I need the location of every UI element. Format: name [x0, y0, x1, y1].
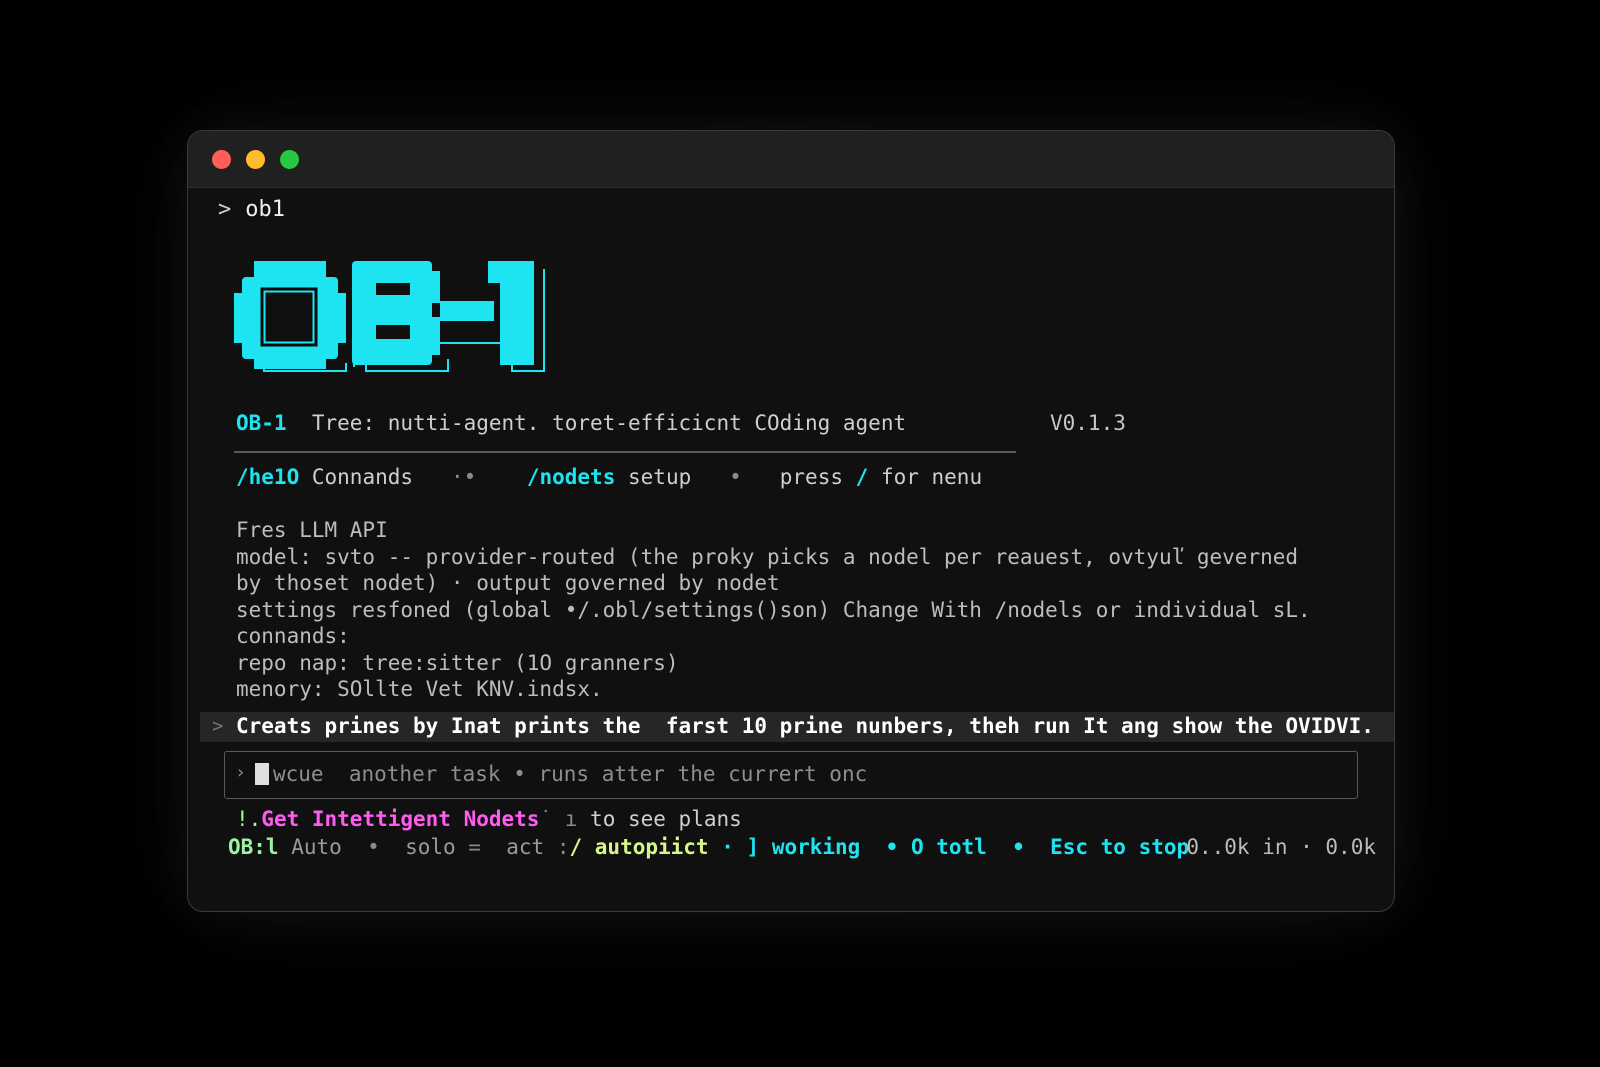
- promo-suffix: ˙ ı: [539, 807, 578, 831]
- help-separator-2: •: [729, 465, 742, 489]
- status-separator: :: [556, 835, 570, 859]
- logo-glyph-b: [352, 261, 440, 365]
- task-chevron-icon: >: [212, 715, 224, 737]
- help-command[interactable]: /he1O: [236, 465, 299, 489]
- info-line: repo nap: tree:sitter (1O granners): [236, 650, 679, 675]
- zoom-window-button[interactable]: [280, 150, 299, 169]
- mode-act[interactable]: act: [506, 835, 544, 859]
- logo-glyph-o-hole: [265, 292, 313, 342]
- status-bar: OB:l Auto • solo = act :/ autopiict · ] …: [228, 835, 1189, 859]
- status-brand: OB:l: [228, 835, 279, 859]
- app-version: V0.1.3: [1050, 411, 1126, 435]
- terminal-window: > ob1 OB-1 Tree: nutti-agent. toret-effi…: [187, 130, 1395, 912]
- help-hints-line: /he1O Connands ·• /nodets setup • press …: [236, 465, 982, 489]
- working-status: working: [771, 835, 861, 859]
- info-line: by thoset nodet) · output governed by no…: [236, 571, 780, 595]
- logo-glyph-one: [488, 261, 534, 365]
- info-line: settings resfoned (global •/.obl/setting…: [236, 597, 1311, 622]
- close-window-button[interactable]: [212, 150, 231, 169]
- text-cursor: [255, 763, 269, 785]
- press-label: press: [779, 465, 843, 489]
- prompt-chevron-icon: >: [218, 197, 232, 222]
- token-usage: 0..0k in · 0.0k: [1186, 835, 1376, 859]
- logo-glyph-b-hole-bottom: [376, 325, 410, 339]
- info-line: model: svto -- provider-routed (the prok…: [236, 544, 1299, 569]
- help-separator: ·•: [450, 465, 477, 489]
- info-line: connands:: [236, 624, 350, 648]
- upgrade-promo-line: !.Get Intettigent Nodets˙ ı to see plans: [236, 807, 742, 831]
- info-line: Fres LLM API: [236, 518, 388, 542]
- queue-task-input[interactable]: › wcue another task • runs atter the cur…: [224, 751, 1358, 799]
- status-separator: •: [885, 835, 899, 859]
- status-separator: =: [468, 835, 481, 859]
- status-separator: •: [367, 835, 380, 859]
- minimize-window-button[interactable]: [246, 150, 265, 169]
- total-count: O totl: [910, 835, 987, 859]
- esc-to-stop-hint: Esc to stop: [1050, 835, 1190, 859]
- app-tagline: Tree: nutti-agent. toret-efficicnt COdin…: [311, 411, 907, 435]
- info-line: menory: SOllte Vet KNV.indsx.: [236, 677, 603, 701]
- status-separator: · ]: [721, 835, 760, 859]
- get-intelligent-models-link[interactable]: Get Intettigent Nodets: [261, 807, 539, 831]
- mode-solo[interactable]: solo: [405, 835, 456, 859]
- models-label: setup: [628, 465, 692, 489]
- current-task-text: Creats prines by Inat prints the farst 1…: [236, 714, 1374, 738]
- logo-glyph-b-hole-top: [376, 283, 410, 295]
- current-task-bar[interactable]: > Creats prines by Inat prints the farst…: [200, 712, 1394, 742]
- header-divider: [234, 451, 1016, 453]
- shell-prompt-line: > ob1: [218, 197, 285, 222]
- queue-task-placeholder: wcue another task • runs atter the curre…: [273, 762, 868, 786]
- menu-slash[interactable]: /: [856, 465, 869, 489]
- logo-glyph-dash: [440, 301, 494, 321]
- ob1-logo: [234, 261, 545, 372]
- promo-tail: to see plans: [590, 807, 742, 831]
- promo-prefix: !.: [236, 807, 262, 831]
- models-command[interactable]: /nodets: [527, 465, 616, 489]
- shell-command: ob1: [245, 197, 285, 222]
- title-bar: [188, 131, 1394, 188]
- app-name: OB-1: [236, 411, 287, 435]
- menu-label: for nenu: [880, 465, 983, 489]
- status-separator: •: [1012, 835, 1025, 859]
- help-label: Connands: [311, 465, 414, 489]
- mode-auto[interactable]: Auto: [291, 835, 342, 859]
- input-chevron-icon: ›: [235, 762, 246, 783]
- session-info: Fres LLM API model: svto -- provider-rou…: [236, 517, 1311, 703]
- mode-autopilot[interactable]: / autopiict: [570, 835, 709, 859]
- app-info-line: OB-1 Tree: nutti-agent. toret-efficicnt …: [236, 411, 906, 435]
